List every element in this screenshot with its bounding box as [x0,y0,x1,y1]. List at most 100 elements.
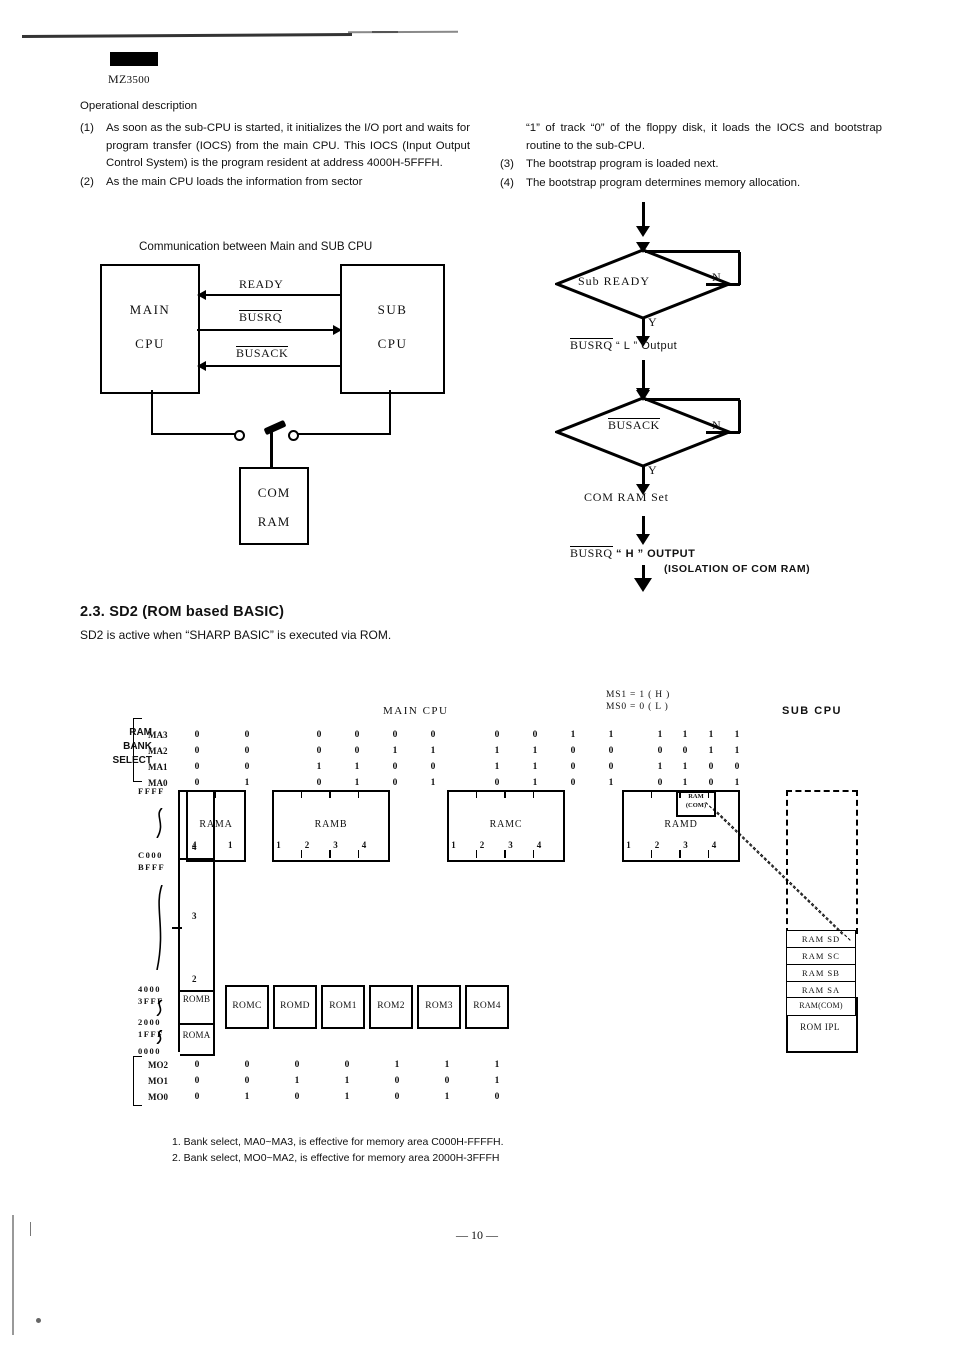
ram-tick [300,790,303,798]
flow-entry-arrowhead [636,226,650,237]
switch-contact-right [288,430,299,441]
romb-label: ROMB [182,994,211,1004]
ma-bit-cell: 0 [430,730,436,740]
ma-bit-cell: 0 [392,730,398,740]
ram-tick [504,790,506,798]
decision2-yes-label: Y [648,463,657,477]
comm-diagram-title: Communication between Main and SUB CPU [139,240,373,253]
rom-block-label: ROMD [280,1001,310,1011]
ram-block: RAMC [447,790,565,862]
ma-bit-cell: 0 [194,778,200,788]
sub-ram-block-label: RAM SC [802,950,840,961]
ram-tick-label: 3 [508,840,513,850]
com-ram-label-line1: COM [257,485,291,500]
rom-block: ROMD [273,985,317,1029]
flow-exit-arrowhead [634,578,652,592]
ram-tick-label: 2 [654,840,660,850]
item-number: (3) [500,158,514,171]
ma-bit-cell: 0 [354,746,360,756]
busrq-signal-text: BUSRQ [239,310,283,324]
busrq-arrowhead [333,325,342,335]
ma-bit-cell: 0 [708,762,714,772]
ram-tick-label: 1 [626,840,631,850]
ram-tick-label: 2 [304,840,310,850]
ram-tick-label: 4 [536,840,542,850]
main-cpu-label-line1: MAIN [129,302,171,317]
decision2-no-path-top [645,398,740,401]
ready-signal-label: READY [239,277,284,291]
ma-bit-cell: 0 [392,778,398,788]
decision1-no-path-v [738,252,741,285]
ram-com-small-box: RAM (COM) [676,791,716,817]
ma-bit-cell: 0 [532,730,538,740]
scan-streak-artifact [21,32,353,39]
item-number: (2) [80,175,94,188]
mo-bit-cell: 0 [394,1076,400,1086]
ram-tick-label: 3 [333,840,338,850]
mo-bit-cell: 0 [394,1092,400,1102]
decision2-loop-arrowhead [636,390,650,401]
decision2-no-path-h [706,431,740,434]
ma-row-name: MA3 [148,730,168,740]
ram-tick-label: 1 [276,840,281,850]
rom-block: ROM1 [321,985,365,1029]
decision1-no-path-h [706,283,740,286]
ram-tick-bottom [504,850,506,858]
ma-bit-cell: 0 [608,746,614,756]
ram-tick [650,790,653,798]
mo-bit-cell: 1 [344,1076,350,1086]
ram-tick-bottom [650,850,653,858]
ma-bit-cell: 0 [194,730,200,740]
ram-tick-label: 4 [361,840,367,850]
ma-bit-cell: 1 [682,778,688,788]
main-bus-wire-vertical [151,390,153,435]
mo-bit-cell: 0 [344,1060,350,1070]
ma-bit-cell: 0 [708,778,714,788]
operational-right-column: “1” of track “0” of the floppy disk, it … [500,120,882,193]
column-tick-label-2: 2 [192,974,197,984]
operational-item: (4) The bootstrap program determines mem… [500,175,882,193]
operational-item-continuation: “1” of track “0” of the floppy disk, it … [500,120,882,155]
ma-row-name: MA1 [148,762,168,772]
ma-bit-cell: 0 [494,778,500,788]
isolation-note: (ISOLATION OF COM RAM) [664,563,811,575]
ready-arrowhead [197,290,206,300]
rom-block: ROM2 [369,985,413,1029]
address-squiggle [152,884,168,971]
operational-description-title: Operational description [80,100,198,112]
mo-bit-cell: 0 [444,1076,450,1086]
ma-bit-cell: 0 [570,778,576,788]
mo-bit-cell: 0 [194,1092,200,1102]
rom-block-label: ROM3 [425,1001,453,1011]
item-text: As the main CPU loads the information fr… [106,175,363,188]
bank-select-label-line3: SELECT [112,755,152,766]
main-cpu-label-line2: CPU [135,336,165,351]
ma-bit-cell: 1 [657,762,663,772]
ma-bit-cell: 0 [392,762,398,772]
bank-select-label-line2: BANK [123,741,152,752]
ma-bit-cell: 1 [734,778,740,788]
mo-bit-cell: 1 [294,1076,300,1086]
ma-bit-cell: 0 [657,778,663,788]
sub-cpu-label-line1: SUB [377,302,408,317]
memory-divider-4000 [180,990,213,992]
ma-bit-cell: 1 [708,746,714,756]
memory-address-label: BFFF [138,862,166,872]
ram-tick-label: 4 [192,840,197,850]
mo-bit-cell: 1 [394,1060,400,1070]
item-text: The bootstrap program is loaded next. [526,158,719,171]
ma-bit-cell: 0 [316,730,322,740]
com-ram-connector-wire [270,432,273,468]
ram-tick [532,790,535,798]
ma-bit-cell: 0 [316,778,322,788]
switch-contact-left [234,430,245,441]
busrq-signal-label: BUSRQ [239,310,283,325]
ma-bit-cell: 0 [494,730,500,740]
address-squiggle [152,999,168,1017]
rom-block-label: ROM4 [473,1001,501,1011]
decision1-yes-label: Y [648,315,657,329]
decision2-no-path-v [738,400,741,433]
memory-address-label: FFFF [138,786,165,796]
ram-tick [475,790,478,798]
decision1-label: Sub READY [578,274,651,288]
